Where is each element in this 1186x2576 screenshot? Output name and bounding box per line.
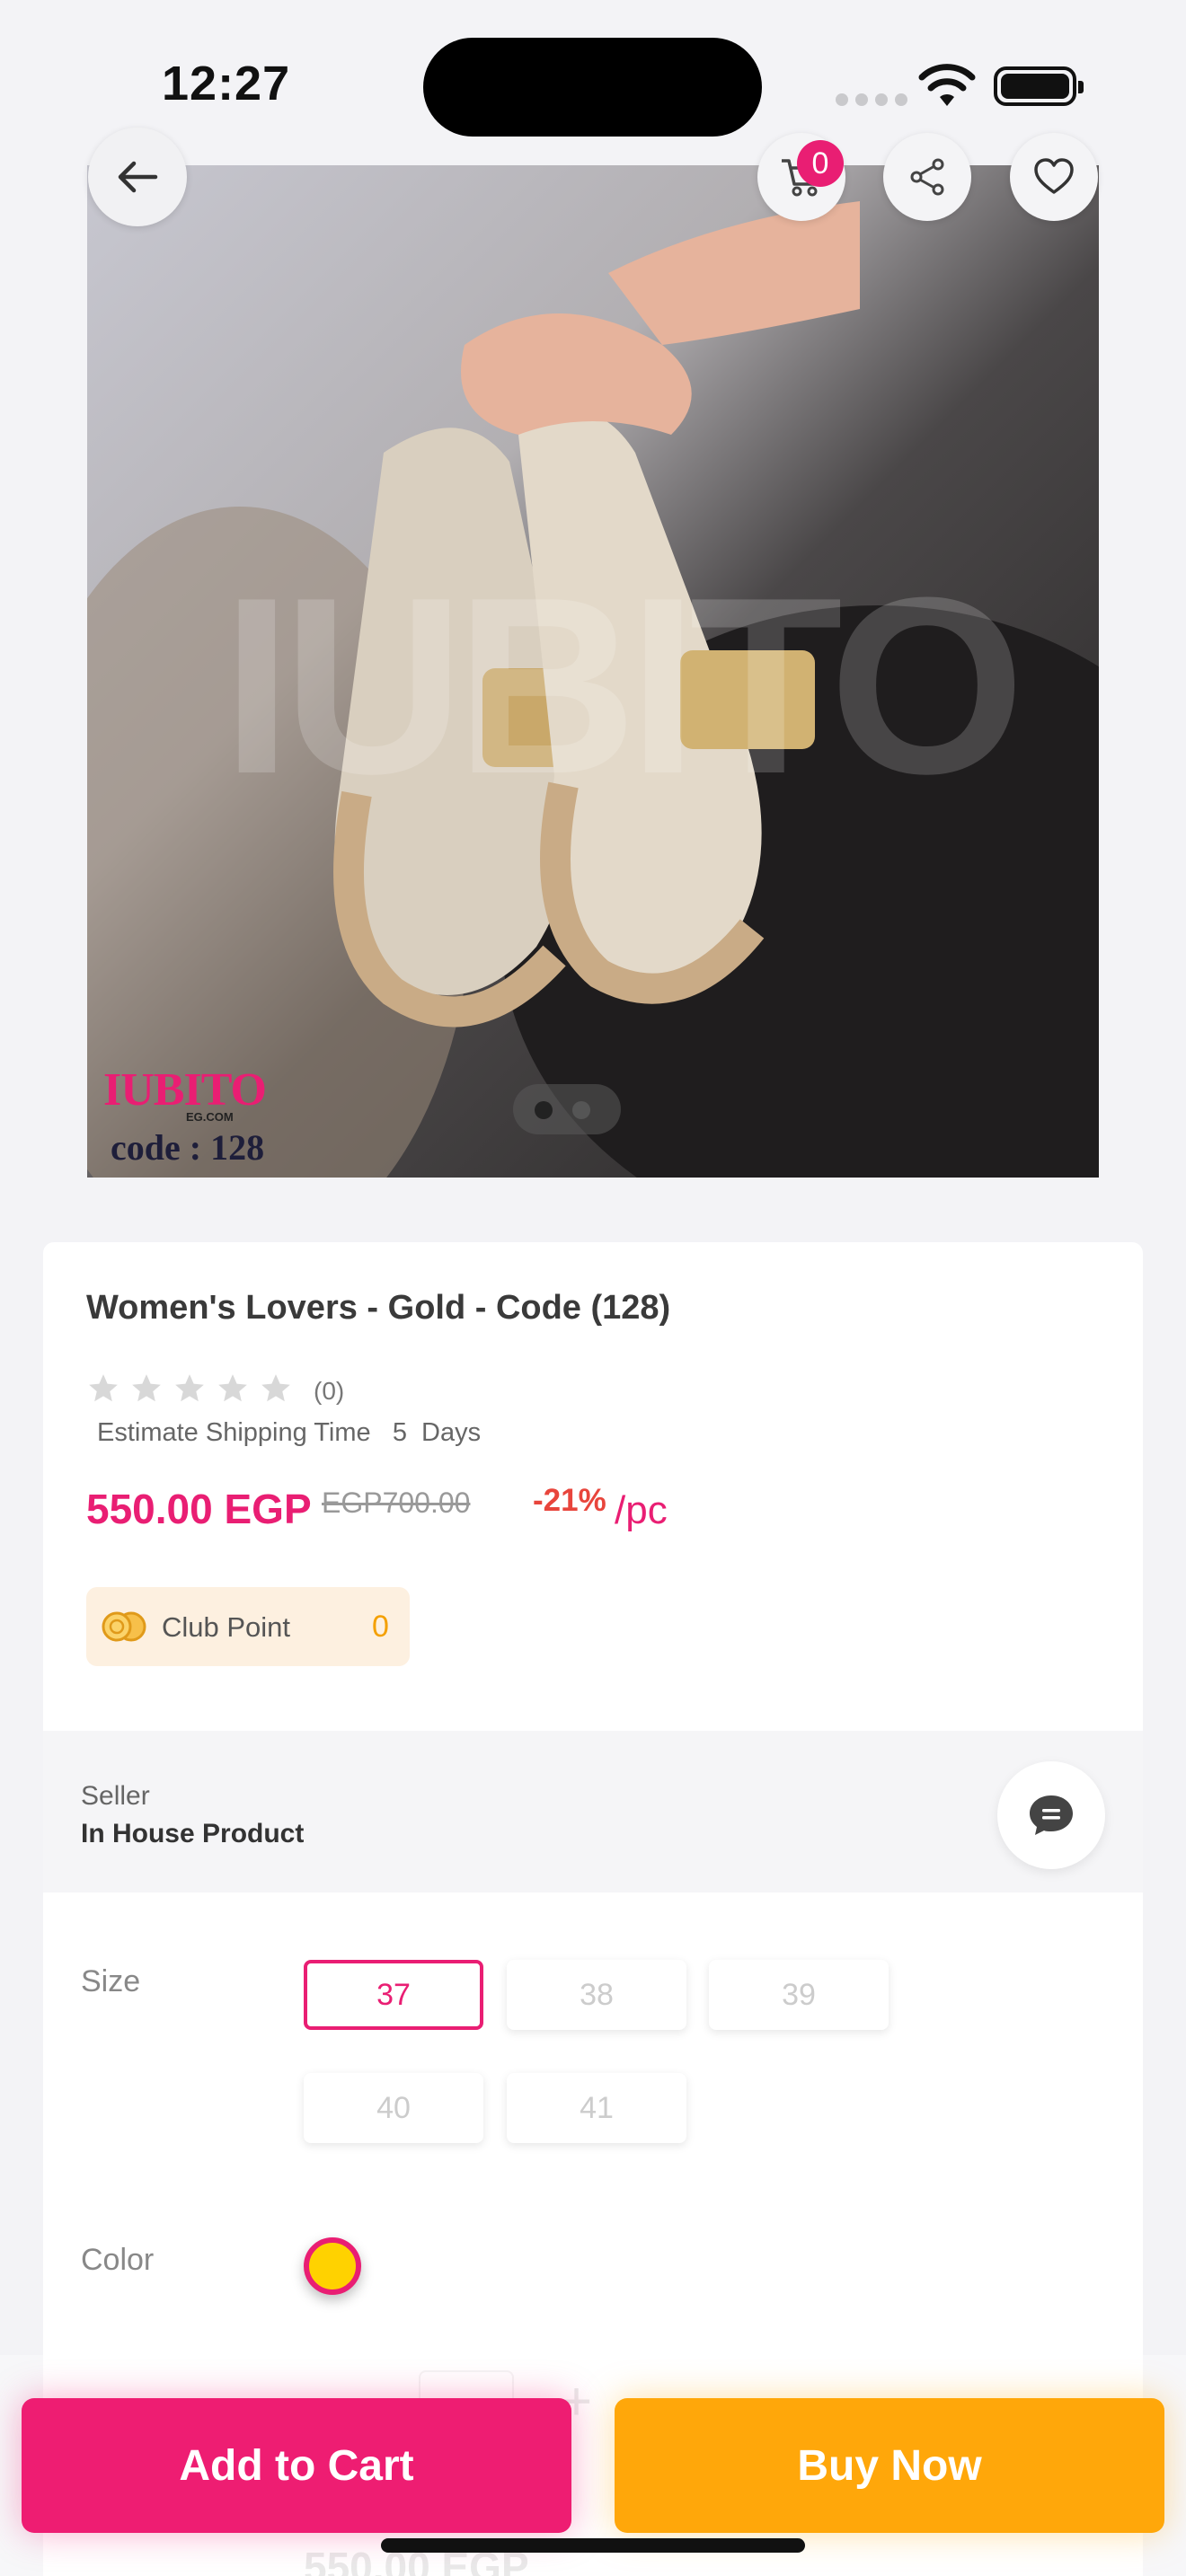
carousel-dot-active[interactable]: [535, 1101, 553, 1119]
buy-now-button[interactable]: Buy Now: [615, 2398, 1164, 2533]
price-unit: /pc: [615, 1488, 668, 1532]
dynamic-island: [423, 38, 762, 137]
seller-label: Seller: [81, 1781, 150, 1811]
price-row: 550.00 EGP EGP700.00 -21% /pc: [86, 1483, 668, 1533]
status-time: 12:27: [162, 57, 291, 110]
current-price: 550.00 EGP: [86, 1486, 312, 1532]
add-to-cart-button[interactable]: Add to Cart: [22, 2398, 571, 2533]
club-point-value: 0: [372, 1610, 389, 1644]
rating-count: (0): [314, 1377, 345, 1405]
status-bar: 12:27: [0, 0, 1186, 153]
share-button[interactable]: [883, 133, 971, 221]
cart-count-badge: 0: [797, 140, 844, 187]
size-option-37[interactable]: 37: [304, 1960, 483, 2030]
club-point-label: Club Point: [162, 1611, 291, 1643]
carousel-indicator[interactable]: [513, 1084, 621, 1134]
carousel-dot[interactable]: [572, 1101, 590, 1119]
battery-icon: [994, 66, 1084, 106]
back-button[interactable]: [88, 128, 187, 226]
size-label: Size: [81, 1964, 141, 1998]
wishlist-button[interactable]: [1010, 133, 1098, 221]
star-icon: [218, 1374, 247, 1402]
brand-logo-text: IUBITO: [103, 1064, 267, 1116]
product-code-label: code : 128: [111, 1127, 265, 1168]
brand-logo-sub: EG.COM: [186, 1110, 234, 1124]
size-option-40[interactable]: 40: [304, 2073, 483, 2143]
color-label: Color: [81, 2243, 155, 2277]
original-price: EGP700.00: [322, 1486, 471, 1519]
size-option-38[interactable]: 38: [507, 1960, 686, 2030]
back-arrow-icon: [118, 161, 158, 193]
star-icon: [132, 1374, 161, 1402]
cellular-signal-icon: [836, 93, 907, 106]
rating-stars: [86, 1372, 293, 1406]
seller-section: Seller In House Product: [43, 1731, 1143, 1892]
shipping-estimate: Estimate Shipping Time 5 Days: [97, 1418, 482, 1447]
star-icon: [175, 1374, 204, 1402]
color-swatch-yellow[interactable]: [304, 2237, 361, 2295]
size-option-39[interactable]: 39: [709, 1960, 889, 2030]
seller-name: In House Product: [81, 1819, 305, 1848]
size-option-41[interactable]: 41: [507, 2073, 686, 2143]
star-icon: [89, 1374, 118, 1402]
brand-logo: IUBITO EG.COM: [103, 1063, 267, 1124]
chat-bubble-icon: [1030, 1795, 1073, 1835]
share-icon: [910, 158, 944, 196]
image-watermark: IUBITO: [222, 546, 1025, 826]
chat-seller-button[interactable]: [997, 1761, 1105, 1869]
coins-icon: [102, 1611, 146, 1642]
discount-badge: -21%: [533, 1483, 606, 1518]
home-indicator: [381, 2538, 805, 2553]
wifi-icon: [918, 63, 976, 108]
star-icon: [261, 1374, 290, 1402]
heart-icon: [1034, 158, 1074, 194]
product-image-carousel[interactable]: IUBITO IUBITO EG.COM code : 128: [87, 165, 1099, 1178]
club-point-box: Club Point 0: [86, 1587, 410, 1666]
product-title: Women's Lovers - Gold - Code (128): [86, 1289, 671, 1327]
